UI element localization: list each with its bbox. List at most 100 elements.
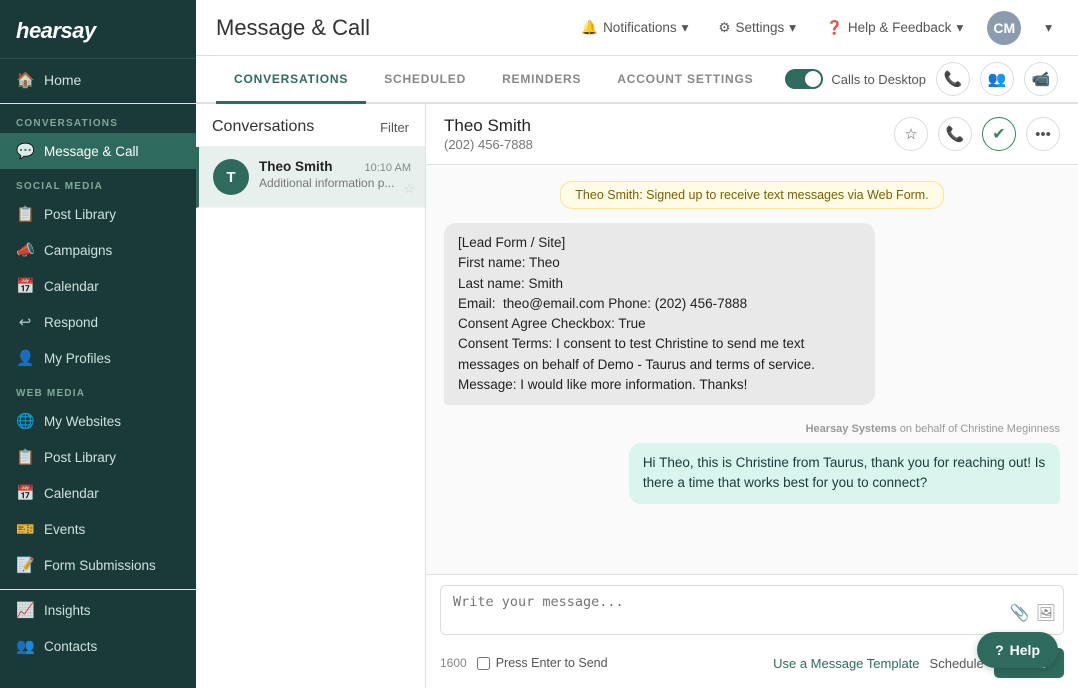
sidebar-item-insights[interactable]: 📈 Insights: [0, 592, 196, 628]
conv-name-row: Theo Smith 10:10 AM: [259, 159, 411, 174]
help-label: Help & Feedback: [848, 20, 952, 35]
sidebar-item-message-call[interactable]: 💬 Message & Call: [0, 133, 196, 169]
avatar-initials: CM: [993, 20, 1015, 36]
sidebar-item-calendar-web[interactable]: 📅 Calendar: [0, 475, 196, 511]
sidebar-contacts-label: Contacts: [44, 639, 97, 654]
sidebar-item-my-profiles[interactable]: 👤 My Profiles: [0, 340, 196, 376]
logo-area: hearsay: [0, 0, 196, 59]
help-fab-icon: ?: [995, 642, 1004, 658]
video-icon-btn[interactable]: 📹: [1024, 62, 1058, 96]
tab-account-settings-label: ACCOUNT SETTINGS: [617, 72, 753, 86]
sidebar-item-post-library-social[interactable]: 📋 Post Library: [0, 196, 196, 232]
call-btn[interactable]: 📞: [938, 117, 972, 151]
add-contact-icon-btn[interactable]: 👥: [980, 62, 1014, 96]
press-enter-wrap: Press Enter to Send: [477, 656, 608, 670]
messages-area: Theo Smith: Signed up to receive text me…: [426, 165, 1078, 574]
sidebar-form-submissions-label: Form Submissions: [44, 558, 156, 573]
events-icon: 🎫: [16, 520, 34, 538]
tabs-right-controls: Calls to Desktop 📞 👥 📹: [785, 62, 1058, 96]
help-icon: ❓: [826, 20, 843, 36]
schedule-button[interactable]: Schedule: [930, 656, 984, 671]
conversations-section-label: CONVERSATIONS: [0, 106, 196, 133]
calendar-social-icon: 📅: [16, 277, 34, 295]
avatar[interactable]: CM: [987, 11, 1021, 45]
tab-conversations[interactable]: CONVERSATIONS: [216, 56, 366, 104]
sidebar-item-form-submissions[interactable]: 📝 Form Submissions: [0, 547, 196, 583]
star-icon[interactable]: ☆: [403, 181, 415, 197]
content-area: Conversations Filter T Theo Smith 10:10 …: [196, 104, 1078, 688]
sidebar-calendar-web-label: Calendar: [44, 486, 99, 501]
sidebar-item-contacts[interactable]: 👥 Contacts: [0, 628, 196, 664]
conv-avatar-initial: T: [226, 169, 235, 186]
contacts-icon: 👥: [16, 637, 34, 655]
sidebar: hearsay 🏠 Home CONVERSATIONS 💬 Message &…: [0, 0, 196, 688]
message-sent-text-1: Hi Theo, this is Christine from Taurus, …: [643, 455, 1045, 490]
tab-reminders-label: REMINDERS: [502, 72, 581, 86]
sidebar-my-websites-label: My Websites: [44, 414, 121, 429]
topbar-actions: 🔔 Notifications ▾ ⚙ Settings ▾ ❓ Help & …: [575, 11, 1058, 45]
my-profiles-icon: 👤: [16, 349, 34, 367]
checkmark-btn[interactable]: ✔: [982, 117, 1016, 151]
sidebar-item-respond[interactable]: ↩ Respond: [0, 304, 196, 340]
message-sent-1: Hi Theo, this is Christine from Taurus, …: [629, 443, 1060, 504]
chat-header: Theo Smith (202) 456-7888 ☆ 📞 ✔ •••: [426, 104, 1078, 165]
sidebar-post-library-social-label: Post Library: [44, 207, 116, 222]
notifications-label: Notifications: [603, 20, 677, 35]
tab-reminders[interactable]: REMINDERS: [484, 56, 599, 104]
help-fab-label: Help: [1010, 642, 1040, 658]
calls-to-desktop-toggle-wrap: Calls to Desktop: [785, 69, 926, 89]
help-chevron-icon: ▾: [956, 20, 963, 36]
message-received-1: [Lead Form / Site]First name: TheoLast n…: [444, 223, 875, 405]
sidebar-post-library-web-label: Post Library: [44, 450, 116, 465]
template-button[interactable]: Use a Message Template: [773, 656, 919, 671]
filter-button[interactable]: Filter: [380, 120, 409, 135]
conversations-list: Conversations Filter T Theo Smith 10:10 …: [196, 104, 426, 688]
phone-icon-btn[interactable]: 📞: [936, 62, 970, 96]
tab-scheduled-label: SCHEDULED: [384, 72, 466, 86]
home-icon: 🏠: [16, 71, 34, 89]
avatar-chevron[interactable]: ▾: [1039, 16, 1058, 40]
star-contact-btn[interactable]: ☆: [894, 117, 928, 151]
attachment-icon[interactable]: 📎: [1010, 603, 1030, 623]
sidebar-item-events[interactable]: 🎫 Events: [0, 511, 196, 547]
main-content: Message & Call 🔔 Notifications ▾ ⚙ Setti…: [196, 0, 1078, 688]
respond-icon: ↩: [16, 313, 34, 331]
compose-input-wrap: 📎 🖼: [440, 585, 1064, 640]
calendar-web-icon: 📅: [16, 484, 34, 502]
settings-button[interactable]: ⚙ Settings ▾: [712, 16, 802, 40]
chat-contact-info: Theo Smith (202) 456-7888: [444, 116, 533, 152]
compose-input[interactable]: [440, 585, 1064, 635]
chat-contact-name: Theo Smith: [444, 116, 533, 136]
conv-name: Theo Smith: [259, 159, 333, 174]
tab-account-settings[interactable]: ACCOUNT SETTINGS: [599, 56, 771, 104]
notifications-chevron-icon: ▾: [682, 20, 689, 36]
sidebar-item-home[interactable]: 🏠 Home: [0, 59, 196, 101]
sidebar-message-call-label: Message & Call: [44, 144, 139, 159]
notifications-button[interactable]: 🔔 Notifications ▾: [575, 16, 694, 40]
sidebar-item-campaigns[interactable]: 📣 Campaigns: [0, 232, 196, 268]
press-enter-checkbox[interactable]: [477, 657, 490, 670]
char-count: 1600: [440, 656, 467, 670]
help-fab[interactable]: ? Help: [977, 632, 1058, 668]
calls-to-desktop-label: Calls to Desktop: [831, 72, 926, 87]
help-button[interactable]: ❓ Help & Feedback ▾: [820, 16, 969, 40]
sidebar-item-my-websites[interactable]: 🌐 My Websites: [0, 403, 196, 439]
logo: hearsay: [16, 18, 180, 44]
conv-preview: Additional information p...: [259, 176, 411, 190]
more-options-btn[interactable]: •••: [1026, 117, 1060, 151]
conv-item-theo-smith[interactable]: T Theo Smith 10:10 AM Additional informa…: [196, 147, 425, 208]
toggle-knob: [805, 71, 821, 87]
sidebar-home-label: Home: [44, 72, 81, 88]
tabs-bar: CONVERSATIONS SCHEDULED REMINDERS ACCOUN…: [196, 56, 1078, 104]
tab-scheduled[interactable]: SCHEDULED: [366, 56, 484, 104]
compose-area: 📎 🖼 1600 Press Enter to Send Use a Messa…: [426, 574, 1078, 688]
settings-label: Settings: [736, 20, 785, 35]
sidebar-my-profiles-label: My Profiles: [44, 351, 111, 366]
conv-avatar-theo: T: [213, 159, 249, 195]
calls-to-desktop-toggle[interactable]: [785, 69, 823, 89]
image-icon[interactable]: 🖼: [1036, 603, 1056, 623]
compose-left: 1600 Press Enter to Send: [440, 656, 608, 670]
sidebar-item-post-library-web[interactable]: 📋 Post Library: [0, 439, 196, 475]
sidebar-item-calendar-social[interactable]: 📅 Calendar: [0, 268, 196, 304]
compose-icons: 📎 🖼: [1010, 603, 1056, 623]
